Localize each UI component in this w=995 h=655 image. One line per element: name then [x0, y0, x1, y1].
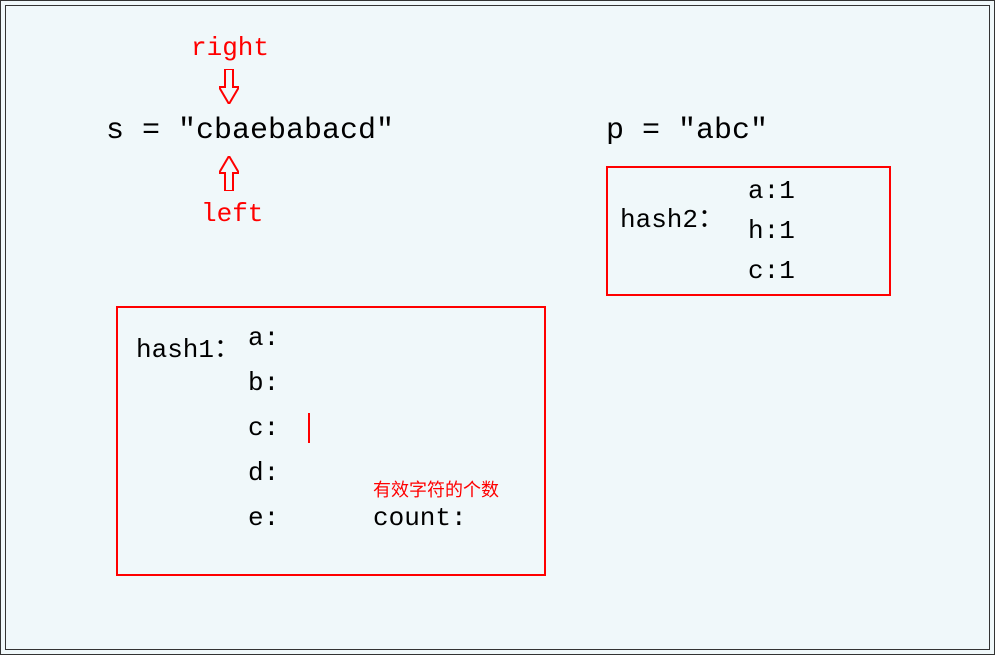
cursor-mark: [308, 413, 310, 443]
left-pointer-label: left: [201, 199, 263, 229]
hash1-box: hash1： a: b: c: d: e: 有效字符的个数 count:: [116, 306, 546, 576]
hash2-label: hash2：: [620, 198, 724, 235]
arrow-down-icon: [219, 69, 239, 104]
hash2-entry-2: c:1: [748, 256, 795, 286]
s-expression: s = "cbaebabacd": [106, 114, 394, 148]
right-pointer-label: right: [191, 33, 269, 63]
diagram-container: right s = "cbaebabacd" left p = "abc" ha…: [5, 5, 990, 650]
hash2-box: hash2： a:1 h:1 c:1: [606, 166, 891, 296]
hash1-entry-0: a:: [248, 323, 279, 353]
hash1-label: hash1：: [136, 328, 240, 365]
hash1-entry-2: c:: [248, 413, 279, 443]
count-note: 有效字符的个数: [373, 476, 499, 502]
p-expression: p = "abc": [606, 114, 768, 148]
count-label: count:: [373, 503, 467, 533]
arrow-up-icon: [219, 156, 239, 191]
hash2-entry-1: h:1: [748, 216, 795, 246]
hash1-entry-3: d:: [248, 458, 279, 488]
hash1-entry-1: b:: [248, 368, 279, 398]
hash2-entry-0: a:1: [748, 176, 795, 206]
hash1-entry-4: e:: [248, 503, 279, 533]
